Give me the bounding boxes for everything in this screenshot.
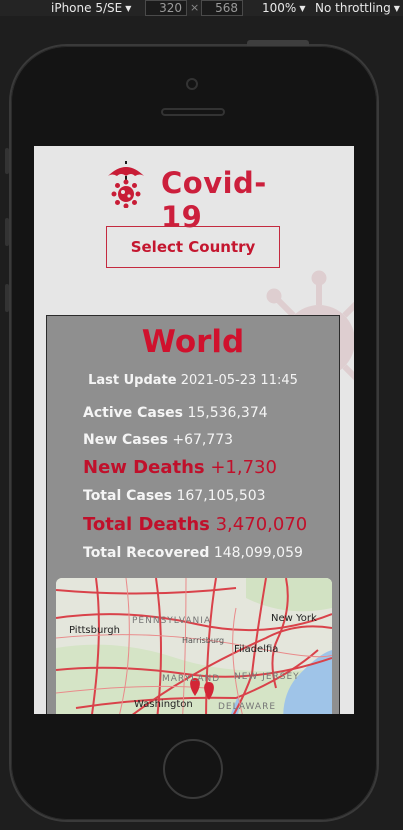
device-selector[interactable]: iPhone 5/SE ▼ xyxy=(51,0,131,17)
width-input[interactable]: 320 xyxy=(145,0,187,16)
active-cases-label: Active Cases xyxy=(83,405,184,421)
map-view[interactable]: Pittsburgh PENNSYLVANIA Harrisburg New Y… xyxy=(56,578,332,714)
phone-volume-down-button xyxy=(5,284,9,312)
phone-volume-up-button xyxy=(5,218,9,246)
total-recovered-value: 148,099,059 xyxy=(213,545,303,561)
active-cases-value: 15,536,374 xyxy=(187,405,268,421)
total-deaths-label: Total Deaths xyxy=(83,514,210,535)
select-country-button[interactable]: Select Country xyxy=(106,226,280,268)
device-label: iPhone 5/SE xyxy=(51,1,123,15)
dimension-separator-icon: × xyxy=(190,1,200,14)
zoom-selector[interactable]: 100% ▼ xyxy=(262,0,305,17)
map-label-pittsburgh: Pittsburgh xyxy=(69,625,120,636)
new-cases-label: New Cases xyxy=(83,432,168,448)
new-cases-row: New Cases +67,773 xyxy=(83,432,233,448)
total-cases-row: Total Cases 167,105,503 xyxy=(83,488,266,504)
region-title: World xyxy=(141,324,245,360)
total-deaths-value: 3,470,070 xyxy=(215,514,308,535)
throttling-selector[interactable]: No throttling ▼ xyxy=(315,0,400,17)
umbrella-virus-logo-icon xyxy=(108,161,144,208)
devtools-toolbar: iPhone 5/SE ▼ 320 × 568 100% ▼ No throttli… xyxy=(0,0,403,16)
last-update: Last Update 2021-05-23 11:45 xyxy=(47,373,339,388)
total-deaths-row: Total Deaths 3,470,070 xyxy=(83,514,307,535)
map-label-harrisburg: Harrisburg xyxy=(182,636,225,645)
caret-down-icon: ▼ xyxy=(393,4,400,13)
app-title: Covid-19 xyxy=(161,166,267,234)
total-recovered-label: Total Recovered xyxy=(83,545,210,561)
new-deaths-label: New Deaths xyxy=(83,457,205,478)
total-cases-label: Total Cases xyxy=(83,488,173,504)
map-label-new-jersey: NEW JERSEY xyxy=(234,672,300,682)
caret-down-icon: ▼ xyxy=(299,4,306,13)
last-update-value: 2021-05-23 11:45 xyxy=(180,373,298,388)
phone-home-button[interactable] xyxy=(163,739,223,799)
map-label-pennsylvania: PENNSYLVANIA xyxy=(132,616,212,626)
map-label-new-york: New York xyxy=(271,613,317,624)
phone-camera xyxy=(186,78,198,90)
new-deaths-row: New Deaths +1,730 xyxy=(83,457,277,478)
map-label-filadelfia: Filadelfia xyxy=(234,644,279,655)
phone-mute-switch xyxy=(5,148,9,174)
map-label-delaware: DELAWARE xyxy=(218,702,277,712)
map-label-maryland: MARYLAND xyxy=(162,674,221,684)
throttling-label: No throttling xyxy=(315,1,391,15)
map-label-washington: Washington xyxy=(134,699,193,710)
caret-down-icon: ▼ xyxy=(125,4,132,13)
new-cases-value: +67,773 xyxy=(172,432,234,448)
last-update-label: Last Update xyxy=(88,373,177,388)
phone-screen: Covid-19 Select Country World Last Updat… xyxy=(34,146,354,714)
total-cases-value: 167,105,503 xyxy=(176,488,266,504)
total-recovered-row: Total Recovered 148,099,059 xyxy=(83,545,303,561)
phone-top-button xyxy=(247,40,309,46)
zoom-label: 100% xyxy=(262,1,297,15)
map-roads xyxy=(56,578,332,714)
new-deaths-value: +1,730 xyxy=(210,457,277,478)
stats-card: World Last Update 2021-05-23 11:45 Activ… xyxy=(46,315,340,714)
active-cases-row: Active Cases 15,536,374 xyxy=(83,405,268,421)
brand-header: Covid-19 xyxy=(104,160,304,234)
height-input[interactable]: 568 xyxy=(201,0,243,16)
phone-speaker xyxy=(161,108,225,116)
